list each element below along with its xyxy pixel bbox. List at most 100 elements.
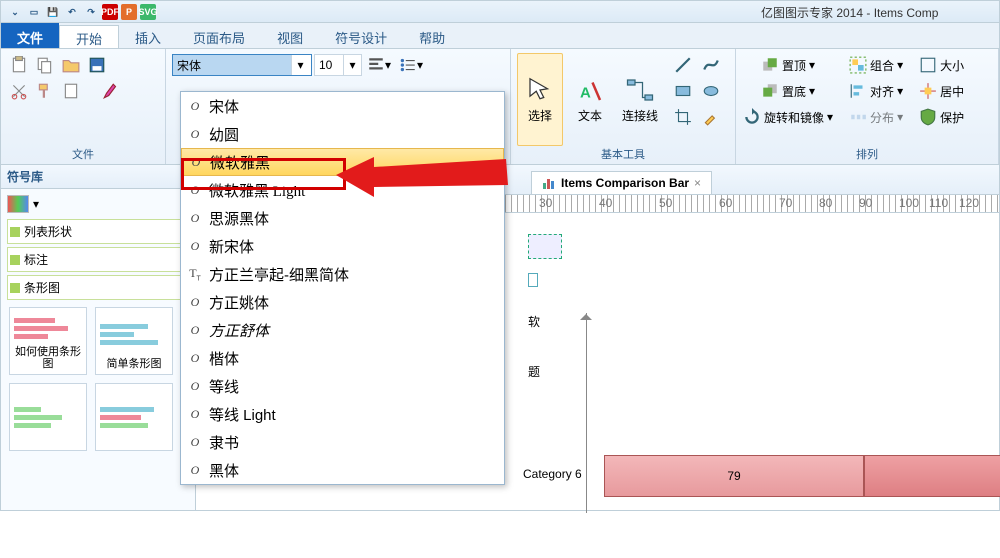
clipboard-button[interactable] bbox=[59, 79, 83, 103]
size-button[interactable]: 大小 bbox=[918, 53, 965, 77]
font-item-3[interactable]: O微软雅黑 Light bbox=[181, 176, 504, 204]
center-button[interactable]: 居中 bbox=[918, 79, 965, 103]
close-icon[interactable]: × bbox=[694, 176, 701, 190]
font-size-combo[interactable]: 10 ▾ bbox=[314, 54, 362, 76]
title-bar: ⌄ ▭ 💾 ↶ ↷ PDF P SVG 亿图图示专家 2014 - Items … bbox=[1, 1, 999, 23]
font-name-input[interactable] bbox=[173, 55, 291, 75]
font-item-9[interactable]: O楷体 bbox=[181, 344, 504, 372]
send-back-button[interactable]: 置底▾ bbox=[742, 79, 834, 103]
select-tool-button[interactable]: 选择 bbox=[517, 53, 563, 146]
tab-page-layout[interactable]: 页面布局 bbox=[177, 23, 261, 48]
bar-value-2[interactable]: 89 bbox=[864, 455, 1000, 497]
tab-insert[interactable]: 插入 bbox=[119, 23, 177, 48]
redo-icon[interactable]: ↷ bbox=[83, 4, 99, 20]
font-dropdown-icon[interactable]: ▾ bbox=[291, 55, 309, 75]
distribute-button[interactable]: 分布▾ bbox=[848, 105, 904, 129]
new-icon[interactable]: ▭ bbox=[26, 4, 42, 20]
font-item-4[interactable]: O思源黑体 bbox=[181, 204, 504, 232]
svg-text:A: A bbox=[580, 85, 591, 102]
palette-icon[interactable] bbox=[7, 195, 29, 213]
chart-axis bbox=[586, 313, 587, 513]
font-item-5[interactable]: O新宋体 bbox=[181, 232, 504, 260]
open-button[interactable] bbox=[59, 53, 83, 77]
tab-view[interactable]: 视图 bbox=[261, 23, 319, 48]
font-item-11[interactable]: O等线 Light bbox=[181, 400, 504, 428]
font-size-value: 10 bbox=[315, 58, 343, 72]
shape-rect-button[interactable] bbox=[671, 79, 695, 103]
shape-line-button[interactable] bbox=[671, 53, 695, 77]
group-button[interactable]: 组合▾ bbox=[848, 53, 904, 77]
bar-value-1[interactable]: 79 bbox=[604, 455, 864, 497]
tab-symbol-design[interactable]: 符号设计 bbox=[319, 23, 403, 48]
tab-file[interactable]: 文件 bbox=[1, 23, 59, 48]
shape-ellipse-button[interactable] bbox=[699, 79, 723, 103]
rotate-button[interactable]: 旋转和镜像▾ bbox=[742, 105, 834, 129]
text-tool-button[interactable]: A 文本 bbox=[567, 53, 613, 146]
font-name-combo[interactable]: ▾ bbox=[172, 54, 312, 76]
document-tab[interactable]: Items Comparison Bar × bbox=[531, 171, 712, 194]
text-fragment: 软 bbox=[528, 313, 540, 330]
font-item-6[interactable]: TT方正兰亭起-细黑简体 bbox=[181, 260, 504, 288]
protect-button[interactable]: 保护 bbox=[918, 105, 965, 129]
category-label: Category 6 bbox=[523, 467, 582, 481]
save-button[interactable] bbox=[85, 53, 109, 77]
thumb-3[interactable] bbox=[9, 383, 87, 451]
brush-button[interactable] bbox=[99, 79, 123, 103]
undo-icon[interactable]: ↶ bbox=[64, 4, 80, 20]
export-ppt-icon[interactable]: P bbox=[121, 4, 137, 20]
chevron-down-icon[interactable]: ▾ bbox=[33, 197, 39, 211]
para-align-button[interactable]: ▾ bbox=[364, 53, 394, 77]
shape-handle[interactable] bbox=[528, 273, 538, 287]
crop-button[interactable] bbox=[671, 105, 695, 129]
text-fragment: 题 bbox=[528, 363, 540, 380]
thumb-4[interactable] bbox=[95, 383, 173, 451]
connector-label: 连接线 bbox=[622, 107, 658, 124]
select-label: 选择 bbox=[528, 107, 552, 124]
export-svg-icon[interactable]: SVG bbox=[140, 4, 156, 20]
text-label: 文本 bbox=[578, 107, 602, 124]
paste-button[interactable] bbox=[7, 53, 31, 77]
font-item-1[interactable]: O幼圆 bbox=[181, 120, 504, 148]
bring-front-button[interactable]: 置顶▾ bbox=[742, 53, 834, 77]
save-icon[interactable]: 💾 bbox=[45, 4, 61, 20]
ribbon-group-arrange: 置顶▾ 置底▾ 旋转和镜像▾ 组合▾ 对齐▾ 分布▾ 大小 居中 保护 排列 bbox=[736, 49, 999, 164]
selected-shape[interactable] bbox=[528, 234, 562, 259]
app-title: 亿图图示专家 2014 - Items Comp bbox=[761, 4, 938, 21]
ribbon-group-tools: 选择 A 文本 连接线 基本工具 bbox=[511, 49, 736, 164]
category-list-shapes[interactable]: 列表形状 bbox=[7, 219, 189, 244]
size-dropdown-icon[interactable]: ▾ bbox=[343, 55, 361, 75]
font-item-8[interactable]: O方正舒体 bbox=[181, 316, 504, 344]
group-tools-label: 基本工具 bbox=[517, 146, 729, 162]
group-arrange-label: 排列 bbox=[742, 146, 992, 162]
font-item-0[interactable]: O宋体 bbox=[181, 92, 504, 120]
cut-button[interactable] bbox=[7, 79, 31, 103]
ribbon-tabs: 文件 开始 插入 页面布局 视图 符号设计 帮助 bbox=[1, 23, 999, 49]
ribbon-group-file: 文件 bbox=[1, 49, 166, 164]
symbol-panel-header: 符号库 bbox=[1, 165, 195, 189]
thumb-simple-bar[interactable]: 简单条形图 bbox=[95, 307, 173, 375]
chart-icon bbox=[542, 176, 556, 190]
bullets-button[interactable]: ▾ bbox=[396, 53, 426, 77]
format-painter-button[interactable] bbox=[33, 79, 57, 103]
font-item-10[interactable]: O等线 bbox=[181, 372, 504, 400]
category-callouts[interactable]: 标注 bbox=[7, 247, 189, 272]
eyedropper-button[interactable] bbox=[699, 105, 723, 129]
tab-help[interactable]: 帮助 bbox=[403, 23, 461, 48]
document-tab-title: Items Comparison Bar bbox=[561, 176, 689, 190]
thumb-howto[interactable]: 如何使用条形图 bbox=[9, 307, 87, 375]
connector-tool-button[interactable]: 连接线 bbox=[617, 53, 663, 146]
shape-curve-button[interactable] bbox=[699, 53, 723, 77]
qat-menu-icon[interactable]: ⌄ bbox=[7, 4, 23, 20]
font-dropdown-list[interactable]: O宋体 O幼圆 O微软雅黑 O微软雅黑 Light O思源黑体 O新宋体 TT方… bbox=[180, 91, 505, 485]
category-bar-charts[interactable]: 条形图 bbox=[7, 275, 189, 300]
group-file-label: 文件 bbox=[7, 146, 159, 162]
font-item-12[interactable]: O隶书 bbox=[181, 428, 504, 456]
align-button[interactable]: 对齐▾ bbox=[848, 79, 904, 103]
tab-home[interactable]: 开始 bbox=[59, 25, 119, 48]
export-pdf-icon[interactable]: PDF bbox=[102, 4, 118, 20]
font-item-2[interactable]: O微软雅黑 bbox=[181, 148, 504, 176]
font-item-13[interactable]: O黑体 bbox=[181, 456, 504, 484]
copy-button[interactable] bbox=[33, 53, 57, 77]
font-item-7[interactable]: O方正姚体 bbox=[181, 288, 504, 316]
symbol-panel: 符号库 ▾ 列表形状 标注 条形图 如何使用条形图 简单条形图 bbox=[1, 165, 196, 510]
